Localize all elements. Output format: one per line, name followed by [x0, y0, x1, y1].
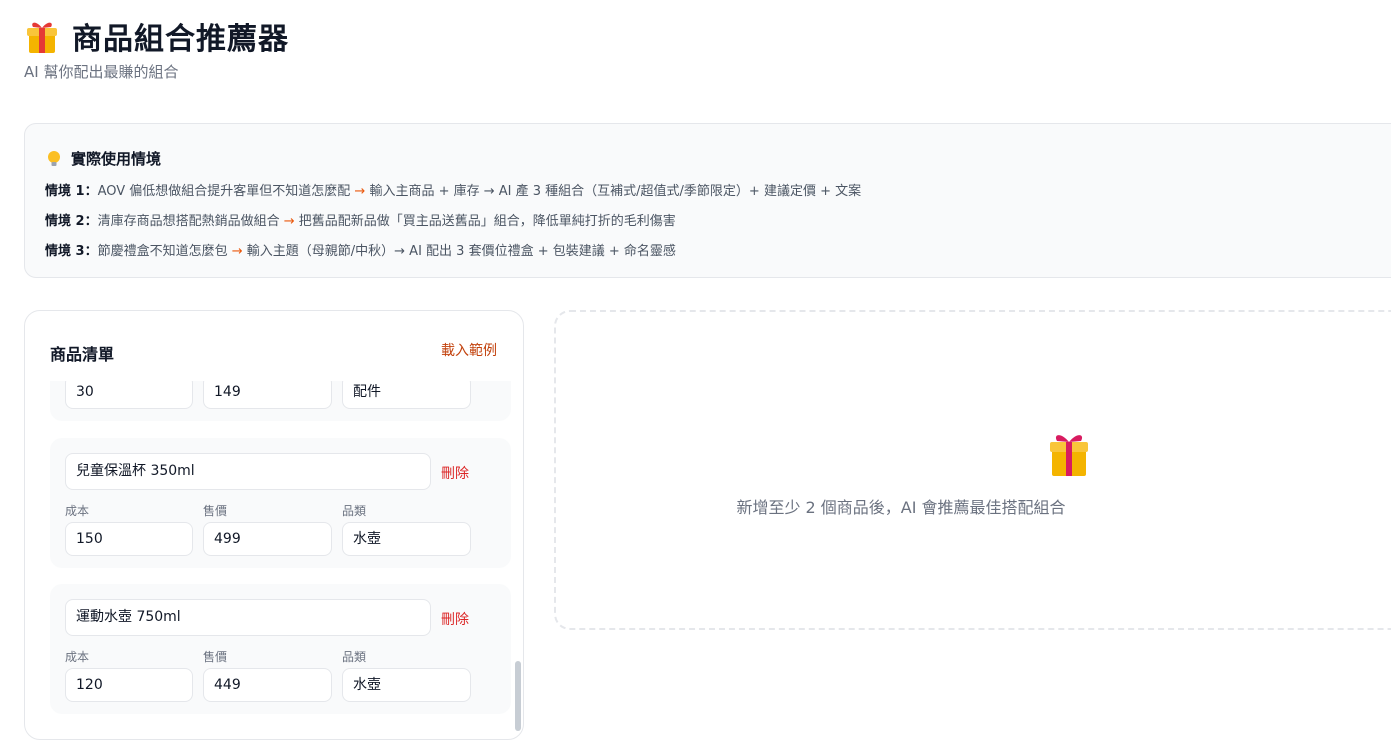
cost-label: 成本 — [65, 650, 90, 664]
product-list-title: 商品清單 — [50, 345, 115, 364]
product-card: 運動水壺 750ml 刪除 成本 售價 品類 120 449 水壺 — [50, 584, 511, 714]
load-example-button[interactable]: 載入範例 — [441, 340, 497, 360]
use-case-item: 情境 1：AOV 偏低想做組合提升客單但不知道怎麼配 → 輸入主商品 + 庫存 … — [45, 184, 862, 199]
cost-input[interactable]: 30 — [65, 381, 193, 409]
category-label: 品類 — [342, 650, 367, 664]
category-input[interactable]: 水壺 — [342, 668, 471, 702]
price-input[interactable]: 499 — [203, 522, 332, 556]
price-label: 售價 — [203, 650, 228, 664]
page-subtitle: AI 幫你配出最賺的組合 — [24, 63, 179, 81]
price-label: 售價 — [203, 504, 228, 518]
delete-button[interactable]: 刪除 — [441, 463, 469, 483]
recommendation-empty-state: 新增至少 2 個商品後，AI 會推薦最佳搭配組合 — [554, 310, 1391, 630]
use-case-heading: 實際使用情境 — [71, 150, 162, 168]
price-input[interactable]: 449 — [203, 668, 332, 702]
price-input[interactable]: 149 — [203, 381, 332, 409]
product-name-input[interactable]: 運動水壺 750ml — [65, 599, 431, 636]
page-header: 商品組合推薦器 — [26, 14, 289, 58]
use-case-panel: 實際使用情境 情境 1：AOV 偏低想做組合提升客單但不知道怎麼配 → 輸入主商… — [24, 123, 1391, 278]
product-card: 30 149 配件 — [50, 381, 511, 421]
gift-icon — [27, 22, 57, 53]
list-scrollbar[interactable] — [515, 661, 521, 731]
use-case-item: 情境 3：節慶禮盒不知道怎麼包 → 輸入主題（母親節/中秋）→ AI 配出 3 … — [45, 244, 676, 259]
cost-input[interactable]: 120 — [65, 668, 193, 702]
product-list[interactable]: 30 149 配件 兒童保溫杯 350ml 刪除 成本 售價 品類 150 49… — [25, 381, 523, 739]
gift-icon — [1050, 435, 1088, 476]
empty-state-message: 新增至少 2 個商品後，AI 會推薦最佳搭配組合 — [736, 498, 1066, 517]
use-case-item: 情境 2：清庫存商品想搭配熱銷品做組合 → 把舊品配新品做「買主品送舊品」組合，… — [45, 214, 676, 229]
category-input[interactable]: 配件 — [342, 381, 471, 409]
product-name-input[interactable]: 兒童保溫杯 350ml — [65, 453, 431, 490]
cost-label: 成本 — [65, 504, 90, 518]
category-input[interactable]: 水壺 — [342, 522, 471, 556]
product-list-panel: 商品清單 載入範例 30 149 配件 兒童保溫杯 350ml 刪除 成本 售價… — [24, 310, 524, 740]
category-label: 品類 — [342, 504, 367, 518]
lightbulb-icon — [48, 150, 60, 166]
page-title: 商品組合推薦器 — [72, 22, 289, 57]
cost-input[interactable]: 150 — [65, 522, 193, 556]
delete-button[interactable]: 刪除 — [441, 609, 469, 629]
product-card: 兒童保溫杯 350ml 刪除 成本 售價 品類 150 499 水壺 — [50, 438, 511, 568]
